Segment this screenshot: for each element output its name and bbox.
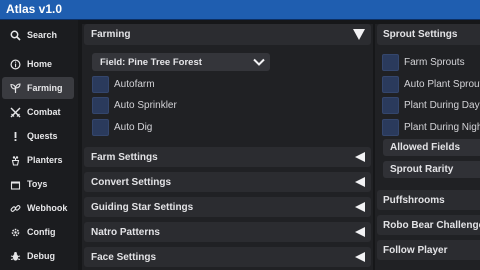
toggle-label: Autofarm xyxy=(114,78,155,90)
section-label: Sprout Rarity xyxy=(390,164,454,175)
natro-patterns-section[interactable]: Natro Patterns xyxy=(84,222,371,242)
toggle-label: Auto Dig xyxy=(114,121,153,133)
flowerpot-icon xyxy=(8,155,22,166)
sprout-rarity-section[interactable]: Sprout Rarity xyxy=(383,161,480,178)
section-label: Natro Patterns xyxy=(91,226,160,238)
sprout-header-label: Sprout Settings xyxy=(383,29,458,40)
toggle-checkbox[interactable] xyxy=(382,75,399,93)
toggle-checkbox[interactable] xyxy=(92,96,109,114)
sidebar-item-search[interactable]: Search xyxy=(2,24,74,46)
exclamation-icon xyxy=(8,131,22,142)
gear-icon xyxy=(8,227,22,238)
convert-settings-section[interactable]: Convert Settings xyxy=(84,172,371,192)
window-title: Atlas v1.0 xyxy=(6,2,63,16)
farming-header-label: Farming xyxy=(91,29,131,40)
toggle-label: Auto Plant Sprouts xyxy=(404,78,480,90)
field-dropdown-value: Field: Pine Tree Forest xyxy=(100,56,202,68)
sidebar-item-label: Search xyxy=(27,30,58,40)
plant-during-night-toggle[interactable]: Plant During Night xyxy=(382,118,480,136)
sidebar-item-quests[interactable]: Quests xyxy=(2,125,74,147)
sidebar-item-label: Toys xyxy=(27,179,48,189)
toggle-label: Plant During Day xyxy=(404,99,480,111)
sidebar-item-label: Planters xyxy=(27,155,63,165)
toggle-checkbox[interactable] xyxy=(92,75,109,93)
sidebar-item-webhook[interactable]: Webhook xyxy=(2,197,74,219)
bug-icon xyxy=(8,251,22,262)
sidebar-item-label: Home xyxy=(27,59,53,69)
section-label: Follow Player xyxy=(383,244,448,256)
section-label: Farm Settings xyxy=(91,151,158,163)
search-icon xyxy=(8,30,22,41)
toggle-checkbox[interactable] xyxy=(382,118,399,136)
sidebar: Search Home Farming Combat Quests Plante… xyxy=(0,20,78,270)
sprout-settings-header[interactable]: Sprout Settings xyxy=(377,24,480,45)
toggle-checkbox[interactable] xyxy=(382,53,399,71)
robo-bear-challenge-section[interactable]: Robo Bear Challenge xyxy=(377,215,480,235)
sidebar-item-label: Combat xyxy=(27,107,61,117)
field-dropdown[interactable]: Field: Pine Tree Forest xyxy=(92,53,270,71)
sidebar-item-planters[interactable]: Planters xyxy=(2,149,74,171)
sidebar-item-label: Config xyxy=(27,227,56,237)
guiding-star-settings-section[interactable]: Guiding Star Settings xyxy=(84,197,371,217)
sidebar-item-debug[interactable]: Debug xyxy=(2,245,74,267)
title-bar[interactable]: Atlas v1.0 xyxy=(0,0,480,20)
sidebar-item-label: Quests xyxy=(27,131,58,141)
section-label: Guiding Star Settings xyxy=(91,201,194,213)
farm-sprouts-toggle[interactable]: Farm Sprouts xyxy=(382,53,465,71)
collapse-arrow-icon xyxy=(355,227,365,237)
collapse-arrow-icon xyxy=(355,152,365,162)
section-label: Allowed Fields xyxy=(390,142,461,153)
chevron-down-icon xyxy=(253,58,265,66)
section-label: Puffshrooms xyxy=(383,194,445,206)
sidebar-item-farming[interactable]: Farming xyxy=(2,77,74,99)
auto-dig-toggle[interactable]: Auto Dig xyxy=(92,118,152,136)
link-icon xyxy=(8,203,22,214)
puffshrooms-section[interactable]: Puffshrooms xyxy=(377,190,480,210)
farming-section-header[interactable]: Farming xyxy=(84,24,371,45)
face-settings-section[interactable]: Face Settings xyxy=(84,247,371,267)
chevron-down-icon xyxy=(353,29,365,40)
auto-plant-sprouts-toggle[interactable]: Auto Plant Sprouts xyxy=(382,75,480,93)
sidebar-item-label: Farming xyxy=(27,83,63,93)
collapse-arrow-icon xyxy=(355,252,365,262)
plant-during-day-toggle[interactable]: Plant During Day xyxy=(382,96,480,114)
autofarm-toggle[interactable]: Autofarm xyxy=(92,75,155,93)
farm-settings-section[interactable]: Farm Settings xyxy=(84,147,371,167)
toggle-label: Farm Sprouts xyxy=(404,56,465,68)
toybox-icon xyxy=(8,179,22,190)
section-label: Convert Settings xyxy=(91,176,172,188)
toggle-checkbox[interactable] xyxy=(92,118,109,136)
sidebar-item-label: Debug xyxy=(27,251,55,261)
seedling-icon xyxy=(8,82,22,94)
sidebar-item-label: Webhook xyxy=(27,203,68,213)
toggle-label: Plant During Night xyxy=(404,121,480,133)
collapse-arrow-icon xyxy=(355,177,365,187)
toggle-label: Auto Sprinkler xyxy=(114,99,177,111)
auto-sprinkler-toggle[interactable]: Auto Sprinkler xyxy=(92,96,177,114)
collapse-arrow-icon xyxy=(355,202,365,212)
sidebar-item-combat[interactable]: Combat xyxy=(2,101,74,123)
sidebar-item-config[interactable]: Config xyxy=(2,221,74,243)
allowed-fields-section[interactable]: Allowed Fields xyxy=(383,139,480,156)
info-icon xyxy=(8,58,22,70)
section-label: Face Settings xyxy=(91,251,157,263)
sidebar-item-home[interactable]: Home xyxy=(2,53,74,75)
swords-icon xyxy=(8,107,22,118)
section-label: Robo Bear Challenge xyxy=(383,219,480,231)
toggle-checkbox[interactable] xyxy=(382,96,399,114)
follow-player-section[interactable]: Follow Player xyxy=(377,240,480,260)
sidebar-item-toys[interactable]: Toys xyxy=(2,173,74,195)
